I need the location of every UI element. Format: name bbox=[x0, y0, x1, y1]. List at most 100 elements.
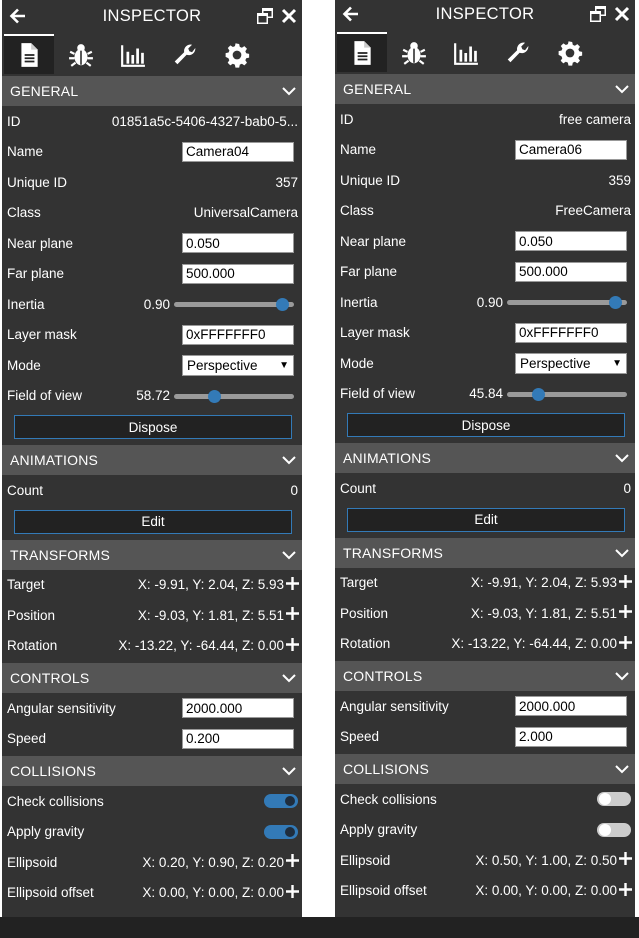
expand-plus-icon[interactable] bbox=[619, 635, 632, 649]
target-value: X: -9.91, Y: 2.04, Z: 5.93 bbox=[137, 577, 284, 593]
expand-plus-icon[interactable] bbox=[619, 852, 632, 865]
edit-button[interactable]: Edit bbox=[14, 509, 292, 534]
name-label: Name bbox=[340, 142, 377, 158]
section-general-header[interactable]: GENERAL bbox=[2, 76, 302, 106]
document-icon bbox=[21, 43, 38, 67]
section-transforms-header[interactable]: TRANSFORMS bbox=[335, 537, 635, 568]
tab-settings[interactable] bbox=[545, 34, 595, 72]
tab-bar bbox=[2, 32, 302, 74]
unique-id-value: 357 bbox=[275, 174, 298, 190]
apply-gravity-label: Apply gravity bbox=[7, 824, 85, 840]
section-animations-header[interactable]: ANIMATIONS bbox=[335, 443, 635, 473]
inertia-slider[interactable] bbox=[174, 296, 294, 312]
tab-statistics[interactable] bbox=[441, 34, 491, 72]
tab-document[interactable] bbox=[337, 32, 387, 72]
section-controls-header[interactable]: CONTROLS bbox=[335, 661, 635, 691]
near-plane-input[interactable] bbox=[182, 233, 294, 254]
far-plane-input[interactable] bbox=[182, 263, 294, 284]
section-controls-header[interactable]: CONTROLS bbox=[2, 663, 302, 693]
section-collisions-header[interactable]: COLLISIONS bbox=[2, 756, 302, 786]
angular-sensitivity-input[interactable] bbox=[515, 696, 627, 717]
inertia-value: 0.90 bbox=[143, 296, 170, 312]
popup-window-icon[interactable] bbox=[589, 5, 607, 23]
chevron-down-icon bbox=[615, 765, 629, 774]
section-title: ANIMATIONS bbox=[10, 452, 99, 468]
close-icon[interactable] bbox=[280, 7, 298, 25]
far-plane-input[interactable] bbox=[515, 261, 627, 282]
back-arrow-icon[interactable] bbox=[8, 6, 28, 26]
section-animations-header[interactable]: ANIMATIONS bbox=[2, 445, 302, 475]
section-general-header[interactable]: GENERAL bbox=[335, 74, 635, 104]
inspector-panel-left: INSPECTOR GENERAL ID 01851a5c-5406-4327-b… bbox=[2, 0, 302, 917]
angular-sensitivity-input[interactable] bbox=[182, 698, 294, 719]
apply-gravity-toggle[interactable] bbox=[264, 824, 298, 839]
rotation-label: Rotation bbox=[7, 638, 58, 654]
expand-plus-icon[interactable] bbox=[619, 882, 632, 896]
speed-input[interactable] bbox=[515, 726, 627, 747]
dispose-button[interactable]: Dispose bbox=[347, 413, 625, 437]
layer-mask-input[interactable] bbox=[182, 324, 294, 345]
expand-plus-icon[interactable] bbox=[286, 637, 299, 651]
inspector-sections: GENERAL ID 01851a5c-5406-4327-bab0-5... N… bbox=[2, 76, 302, 908]
tab-debug[interactable] bbox=[389, 34, 439, 72]
section-title: TRANSFORMS bbox=[343, 544, 443, 561]
back-arrow-icon[interactable] bbox=[341, 4, 361, 24]
fov-slider[interactable] bbox=[174, 388, 294, 404]
slider-thumb[interactable] bbox=[532, 387, 546, 401]
close-icon[interactable] bbox=[613, 5, 631, 23]
near-plane-input[interactable] bbox=[515, 231, 627, 252]
inertia-slider[interactable] bbox=[507, 294, 627, 310]
property-mode: Mode Perspective ▼ bbox=[335, 348, 635, 379]
mode-select[interactable]: Perspective ▼ bbox=[515, 352, 627, 374]
expand-plus-icon[interactable] bbox=[286, 884, 299, 898]
bar-chart-icon bbox=[454, 43, 478, 65]
tab-document[interactable] bbox=[4, 34, 54, 74]
edit-button[interactable]: Edit bbox=[347, 507, 625, 532]
check-collisions-label: Check collisions bbox=[340, 791, 437, 807]
apply-gravity-label: Apply gravity bbox=[340, 822, 418, 838]
name-input[interactable] bbox=[182, 141, 294, 162]
tab-tools[interactable] bbox=[160, 36, 210, 74]
inspector-panel-right: INSPECTOR GENERAL ID free camera Name Uni… bbox=[335, 0, 635, 917]
inspector-sections: GENERAL IDfree camera Name Unique ID359 … bbox=[335, 74, 635, 906]
unique-id-value: 359 bbox=[608, 172, 631, 188]
expand-plus-icon[interactable] bbox=[619, 605, 632, 618]
tab-settings[interactable] bbox=[212, 36, 262, 74]
class-label: Class bbox=[340, 203, 374, 219]
section-transforms-header[interactable]: TRANSFORMS bbox=[2, 539, 302, 570]
property-layer-mask: Layer mask bbox=[335, 317, 635, 348]
dispose-button[interactable]: Dispose bbox=[14, 415, 292, 439]
target-label: Target bbox=[7, 577, 45, 593]
tab-tools[interactable] bbox=[493, 34, 543, 72]
tab-debug[interactable] bbox=[56, 36, 106, 74]
tab-statistics[interactable] bbox=[108, 36, 158, 74]
property-count: Count 0 bbox=[2, 475, 302, 506]
section-collisions-header[interactable]: COLLISIONS bbox=[335, 754, 635, 784]
speed-input[interactable] bbox=[182, 728, 294, 749]
check-collisions-toggle[interactable] bbox=[264, 794, 298, 808]
property-layer-mask: Layer mask bbox=[2, 319, 302, 350]
chevron-down-icon bbox=[615, 548, 629, 557]
property-field-of-view: Field of view 58.72 bbox=[2, 380, 302, 411]
expand-plus-icon[interactable] bbox=[286, 576, 299, 590]
inertia-value: 0.90 bbox=[476, 294, 503, 310]
slider-track bbox=[174, 393, 294, 399]
chevron-down-icon bbox=[615, 85, 629, 94]
check-collisions-toggle[interactable] bbox=[597, 792, 631, 806]
slider-thumb[interactable] bbox=[276, 298, 289, 312]
chevron-down-icon bbox=[282, 550, 296, 559]
expand-plus-icon[interactable] bbox=[619, 574, 632, 588]
expand-plus-icon[interactable] bbox=[286, 854, 299, 867]
mode-select[interactable]: Perspective ▼ bbox=[182, 354, 294, 376]
property-far-plane: Far plane bbox=[335, 256, 635, 287]
popup-window-icon[interactable] bbox=[256, 7, 274, 25]
expand-plus-icon[interactable] bbox=[286, 607, 299, 620]
fov-slider[interactable] bbox=[507, 386, 627, 402]
slider-thumb[interactable] bbox=[609, 296, 622, 310]
name-input[interactable] bbox=[515, 139, 627, 160]
slider-thumb[interactable] bbox=[207, 389, 221, 403]
rotation-value: X: -13.22, Y: -64.44, Z: 0.00 bbox=[451, 636, 617, 652]
apply-gravity-toggle[interactable] bbox=[597, 822, 631, 837]
layer-mask-input[interactable] bbox=[515, 322, 627, 343]
inertia-label: Inertia bbox=[7, 296, 45, 312]
